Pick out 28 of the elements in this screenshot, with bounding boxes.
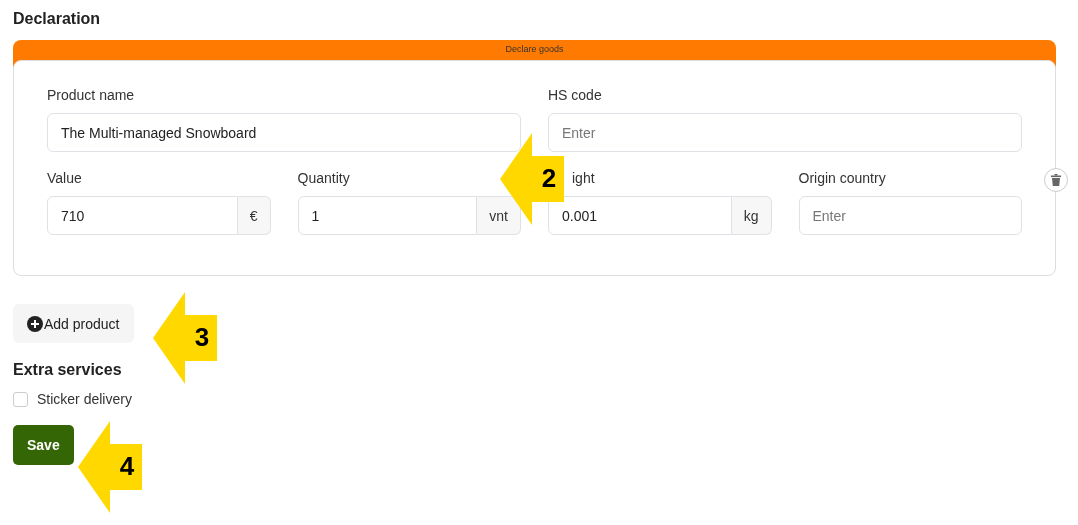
field-label: Product name: [47, 87, 135, 103]
field-label: Quantity: [297, 170, 350, 186]
input-field[interactable]: 1: [297, 196, 478, 235]
checkbox-label: Sticker delivery: [37, 391, 132, 407]
field-label: ight: [572, 170, 595, 186]
section-title: Declaration: [13, 10, 102, 28]
callout-number: 2: [540, 163, 558, 194]
callout-number: 3: [193, 322, 211, 353]
field-label: Origin country: [798, 170, 886, 186]
unit-label: kg: [731, 196, 772, 235]
trash-icon: [1051, 174, 1061, 186]
callout-number: 4: [118, 451, 136, 482]
field-label: Value: [47, 170, 82, 186]
add-product-button[interactable]: Add product: [13, 304, 134, 343]
delete-button[interactable]: [1044, 168, 1068, 192]
input-field[interactable]: Enter: [798, 196, 1022, 235]
field-label: HS code: [548, 87, 602, 103]
checkbox[interactable]: [13, 391, 28, 407]
section-title: Extra services: [13, 361, 123, 379]
save-button[interactable]: Save: [13, 425, 74, 465]
unit-label: vnt: [477, 196, 521, 235]
input-field[interactable]: 0.001: [548, 196, 732, 235]
input-field[interactable]: Enter: [548, 113, 1022, 152]
unit-label: €: [237, 196, 271, 235]
plus-circle-icon: [27, 315, 43, 332]
input-field[interactable]: The Multi-managed Snowboard: [47, 113, 521, 152]
card-header-title: Declare goods: [505, 44, 564, 54]
input-field[interactable]: 710: [47, 196, 238, 235]
